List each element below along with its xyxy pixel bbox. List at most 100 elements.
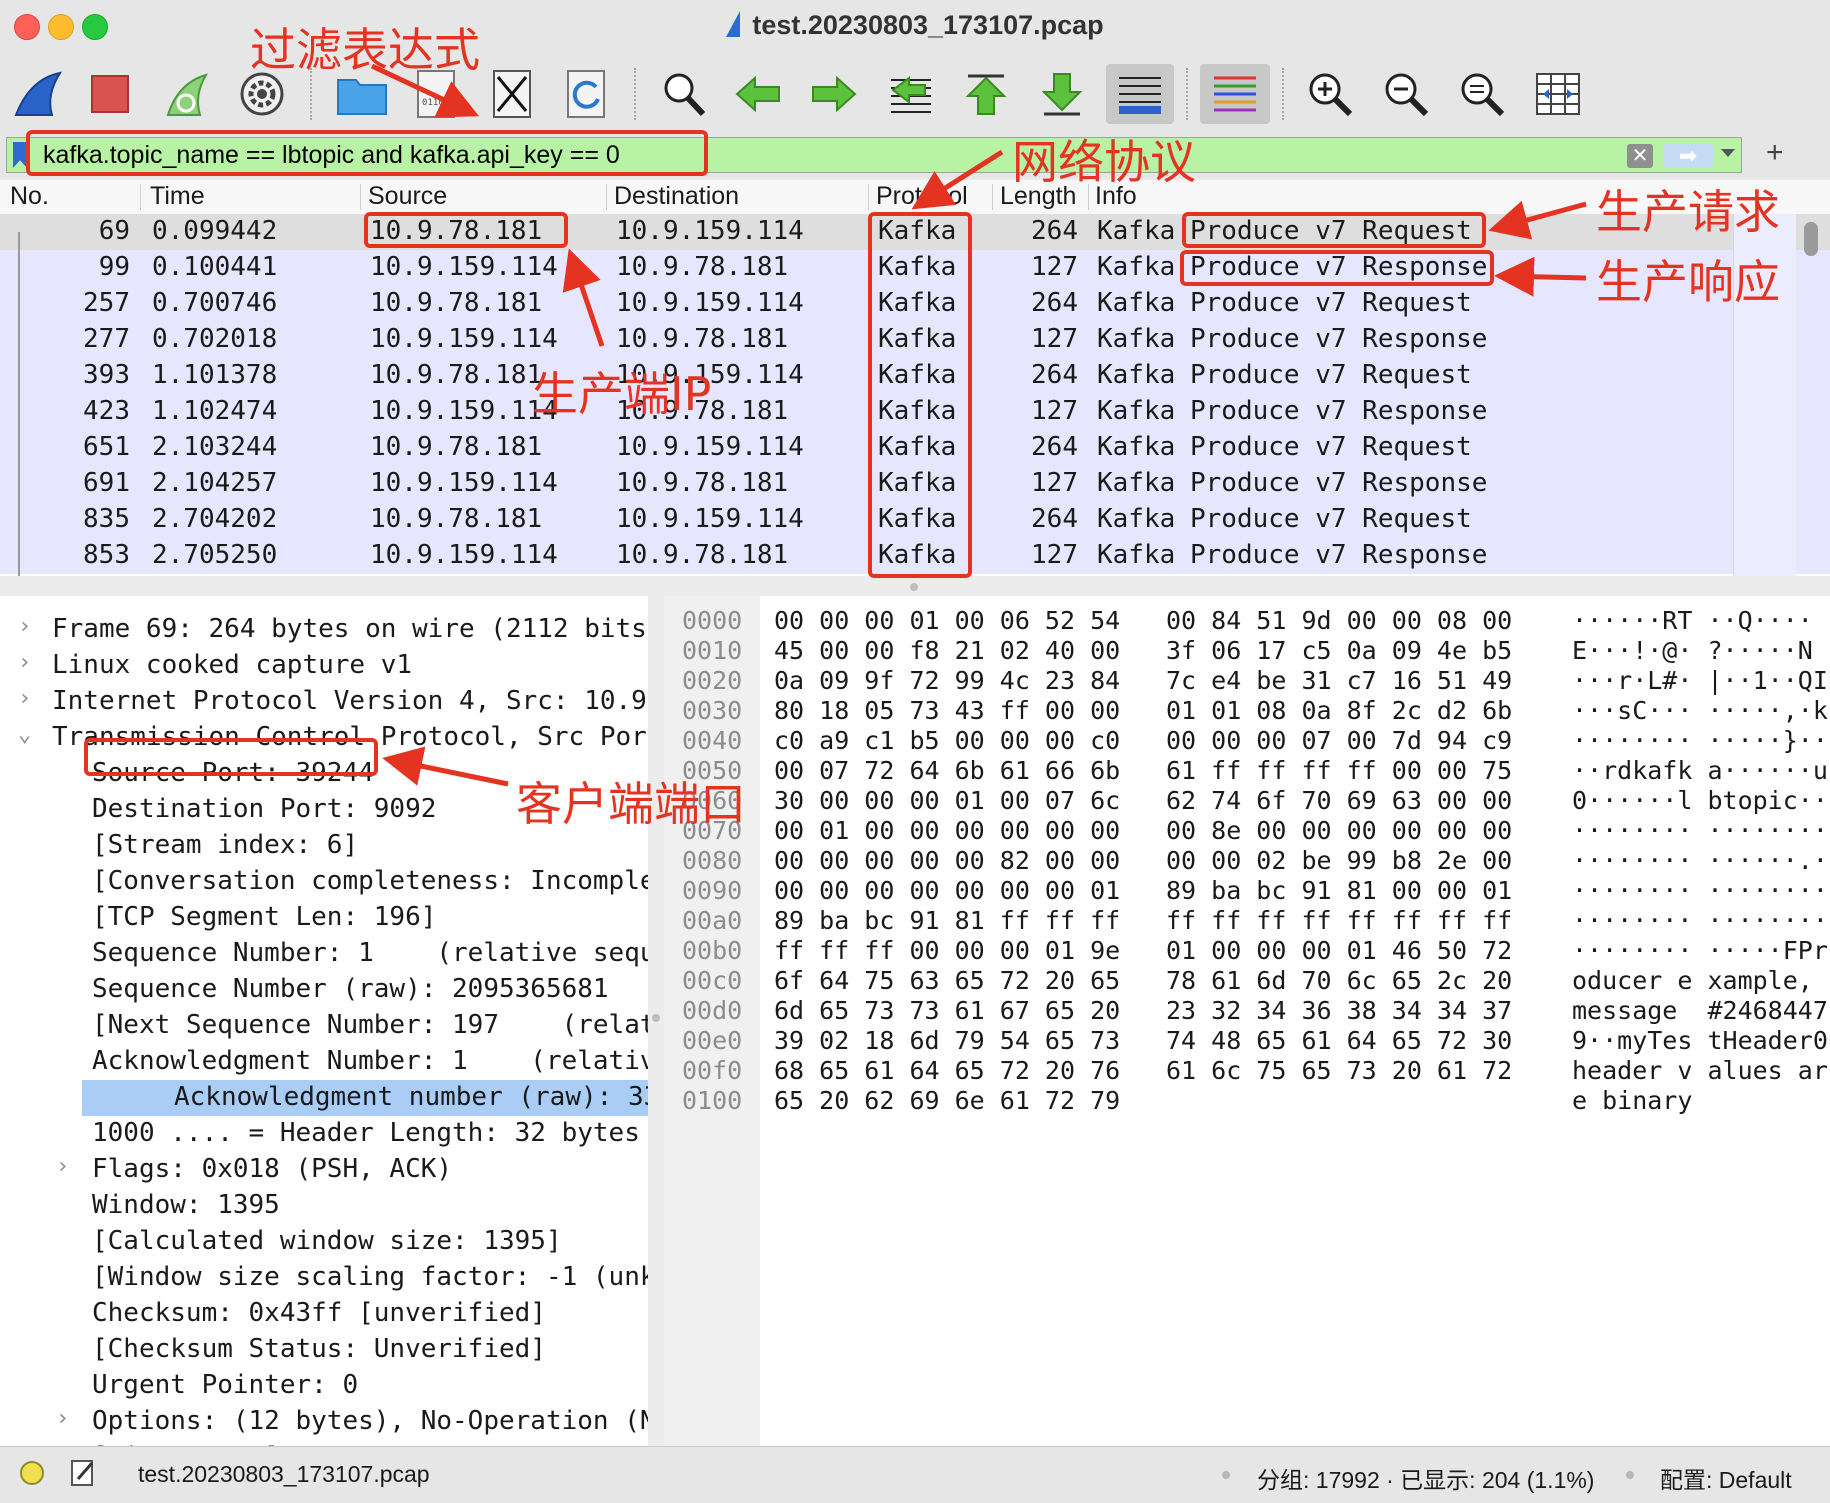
hex-ascii: ········ ·····}··: [1572, 726, 1828, 755]
hex-row[interactable]: 0030 80 18 05 73 43 ff 00 00 01 01 08 0a 8…: [664, 696, 1830, 726]
hex-ascii: ···r·L#· |··1··QI: [1572, 666, 1828, 695]
reload-file-icon[interactable]: [556, 64, 616, 124]
hex-row[interactable]: 00d0 6d 65 73 73 61 67 65 20 23 32 34 36 3…: [664, 996, 1830, 1026]
detail-tree-row[interactable]: › Flags: 0x018 (PSH, ACK): [0, 1152, 648, 1188]
column-header-time[interactable]: Time: [150, 182, 356, 211]
expanded-arrow-icon[interactable]: ⌄: [18, 722, 31, 747]
column-header-source[interactable]: Source: [368, 182, 602, 211]
hex-row[interactable]: 0020 0a 09 9f 72 99 4c 23 84 7c e4 be 31 c…: [664, 666, 1830, 696]
detail-tree-row[interactable]: Acknowledgment number (raw): 3340128: [82, 1080, 648, 1116]
expert-info-icon[interactable]: [20, 1461, 44, 1485]
column-divider[interactable]: [992, 184, 993, 210]
hex-row[interactable]: 00c0 6f 64 75 63 65 72 20 65 78 61 6d 70 6…: [664, 966, 1830, 996]
detail-tree-row[interactable]: Checksum: 0x43ff [unverified]: [0, 1296, 648, 1332]
detail-tree-row[interactable]: 1000 .... = Header Length: 32 bytes: [0, 1116, 648, 1152]
packet-time: 2.103244: [152, 432, 278, 462]
restart-capture-icon[interactable]: [156, 64, 216, 124]
detail-tree-row[interactable]: [Window size scaling factor: -1 (unk: [0, 1260, 648, 1296]
detail-tree-row[interactable]: [Next Sequence Number: 197 (relat: [0, 1008, 648, 1044]
apply-filter-icon[interactable]: ➡: [1663, 144, 1713, 168]
packet-source: 10.9.159.114: [370, 324, 558, 354]
detail-tree-row[interactable]: › Internet Protocol Version 4, Src: 10.9: [0, 684, 648, 720]
packet-time: 2.104257: [152, 468, 278, 498]
add-filter-button-icon[interactable]: +: [1766, 136, 1784, 170]
hex-row[interactable]: 00b0 ff ff ff 00 00 00 01 9e 01 00 00 00 0…: [664, 936, 1830, 966]
stop-capture-icon[interactable]: [80, 64, 140, 124]
detail-tree-row[interactable]: Window: 1395: [0, 1188, 648, 1224]
splitter-handle[interactable]: [652, 1014, 660, 1022]
status-profile[interactable]: 配置: Default: [1660, 1461, 1792, 1495]
packet-list-scrollbar[interactable]: [1804, 222, 1818, 256]
detail-tree-text: Internet Protocol Version 4, Src: 10.9: [52, 686, 647, 716]
hex-row[interactable]: 00f0 68 65 61 64 65 72 20 76 61 6c 75 65 7…: [664, 1056, 1830, 1086]
vertical-pane-splitter[interactable]: [648, 596, 664, 1446]
hex-row[interactable]: 0080 00 00 00 00 00 82 00 00 00 00 02 be 9…: [664, 846, 1830, 876]
zoom-in-icon[interactable]: [1300, 64, 1360, 124]
hex-row[interactable]: 0100 65 20 62 69 6e 61 72 79 e binary: [664, 1086, 1830, 1116]
hex-row[interactable]: 00a0 89 ba bc 91 81 ff ff ff ff ff ff ff f…: [664, 906, 1830, 936]
hex-row[interactable]: 0000 00 00 00 01 00 06 52 54 00 84 51 9d 0…: [664, 606, 1830, 636]
pane-splitter[interactable]: [0, 576, 1830, 596]
detail-tree-row[interactable]: Urgent Pointer: 0: [0, 1368, 648, 1404]
column-divider[interactable]: [360, 184, 361, 210]
collapsed-arrow-icon[interactable]: ›: [18, 686, 31, 711]
detail-tree-row[interactable]: Sequence Number: 1 (relative sequ: [0, 936, 648, 972]
zoom-normal-icon[interactable]: [1452, 64, 1512, 124]
go-last-icon[interactable]: [1032, 64, 1092, 124]
detail-tree-row[interactable]: › Options: (12 bytes), No-Operation (N: [0, 1404, 648, 1440]
hex-row[interactable]: 00e0 39 02 18 6d 79 54 65 73 74 48 65 61 6…: [664, 1026, 1830, 1056]
go-to-packet-icon[interactable]: [880, 64, 940, 124]
go-back-icon[interactable]: [728, 64, 788, 124]
capture-comment-icon[interactable]: [70, 1457, 96, 1487]
hex-bytes-right: 89 ba bc 91 81 00 00 01: [1166, 876, 1513, 905]
detail-tree-row[interactable]: [Conversation completeness: Incomple: [0, 864, 648, 900]
hex-row[interactable]: 0070 00 01 00 00 00 00 00 00 00 8e 00 00 0…: [664, 816, 1830, 846]
column-divider[interactable]: [868, 184, 869, 210]
detail-tree-row[interactable]: [TCP Segment Len: 196]: [0, 900, 648, 936]
detail-tree-row[interactable]: › Frame 69: 264 bytes on wire (2112 bits: [0, 612, 648, 648]
detail-tree-row[interactable]: [Calculated window size: 1395]: [0, 1224, 648, 1260]
hex-ascii: e binary: [1572, 1086, 1693, 1115]
hex-row[interactable]: 0010 45 00 00 f8 21 02 40 00 3f 06 17 c5 0…: [664, 636, 1830, 666]
go-forward-icon[interactable]: [804, 64, 864, 124]
hex-ascii: header v alues ar: [1572, 1056, 1828, 1085]
detail-tree-row[interactable]: › Linux cooked capture v1: [0, 648, 648, 684]
hex-ascii: message #2468447: [1572, 996, 1828, 1025]
clear-filter-icon[interactable]: ✕: [1627, 144, 1653, 168]
column-header-destination[interactable]: Destination: [614, 182, 864, 211]
hex-bytes-right: 7c e4 be 31 c7 16 51 49: [1166, 666, 1513, 695]
hex-row[interactable]: 0060 30 00 00 00 01 00 07 6c 62 74 6f 70 6…: [664, 786, 1830, 816]
packet-source: 10.9.78.181: [370, 432, 543, 462]
detail-tree-row[interactable]: Acknowledgment Number: 1 (relativ: [0, 1044, 648, 1080]
detail-tree-text: Linux cooked capture v1: [52, 650, 413, 680]
collapsed-arrow-icon[interactable]: ›: [18, 650, 31, 675]
collapsed-arrow-icon[interactable]: ›: [56, 1154, 69, 1179]
collapsed-arrow-icon[interactable]: ›: [56, 1406, 69, 1431]
detail-tree-row[interactable]: Sequence Number (raw): 2095365681: [0, 972, 648, 1008]
find-packet-icon[interactable]: [654, 64, 714, 124]
autoscroll-icon[interactable]: [1106, 64, 1174, 124]
filter-bookmark-icon[interactable]: [13, 142, 27, 168]
hex-bytes-left: 00 01 00 00 00 00 00 00: [774, 816, 1121, 845]
hex-row[interactable]: 0090 00 00 00 00 00 00 00 01 89 ba bc 91 8…: [664, 876, 1830, 906]
column-header-no[interactable]: No.: [10, 182, 136, 211]
splitter-handle[interactable]: [910, 583, 918, 591]
resize-columns-icon[interactable]: [1528, 64, 1588, 124]
hex-row[interactable]: 0050 00 07 72 64 6b 61 66 6b 61 ff ff ff f…: [664, 756, 1830, 786]
detail-tree-text: [Checksum Status: Unverified]: [92, 1334, 546, 1364]
detail-tree-row[interactable]: [Checksum Status: Unverified]: [0, 1332, 648, 1368]
hex-offset: 0090: [682, 876, 743, 905]
go-first-icon[interactable]: [956, 64, 1016, 124]
column-divider[interactable]: [606, 184, 607, 210]
colorize-icon[interactable]: [1200, 64, 1270, 124]
filter-history-dropdown-icon[interactable]: [1721, 149, 1735, 157]
close-file-icon[interactable]: [482, 64, 542, 124]
column-divider[interactable]: [140, 184, 141, 210]
hex-offset: 0020: [682, 666, 743, 695]
zoom-out-icon[interactable]: [1376, 64, 1436, 124]
wireshark-fin-icon[interactable]: [8, 64, 68, 124]
collapsed-arrow-icon[interactable]: ›: [18, 614, 31, 639]
column-header-protocol[interactable]: Protocol: [876, 182, 988, 211]
hex-row[interactable]: 0040 c0 a9 c1 b5 00 00 00 c0 00 00 00 07 0…: [664, 726, 1830, 756]
packet-length: 127: [1031, 540, 1078, 570]
